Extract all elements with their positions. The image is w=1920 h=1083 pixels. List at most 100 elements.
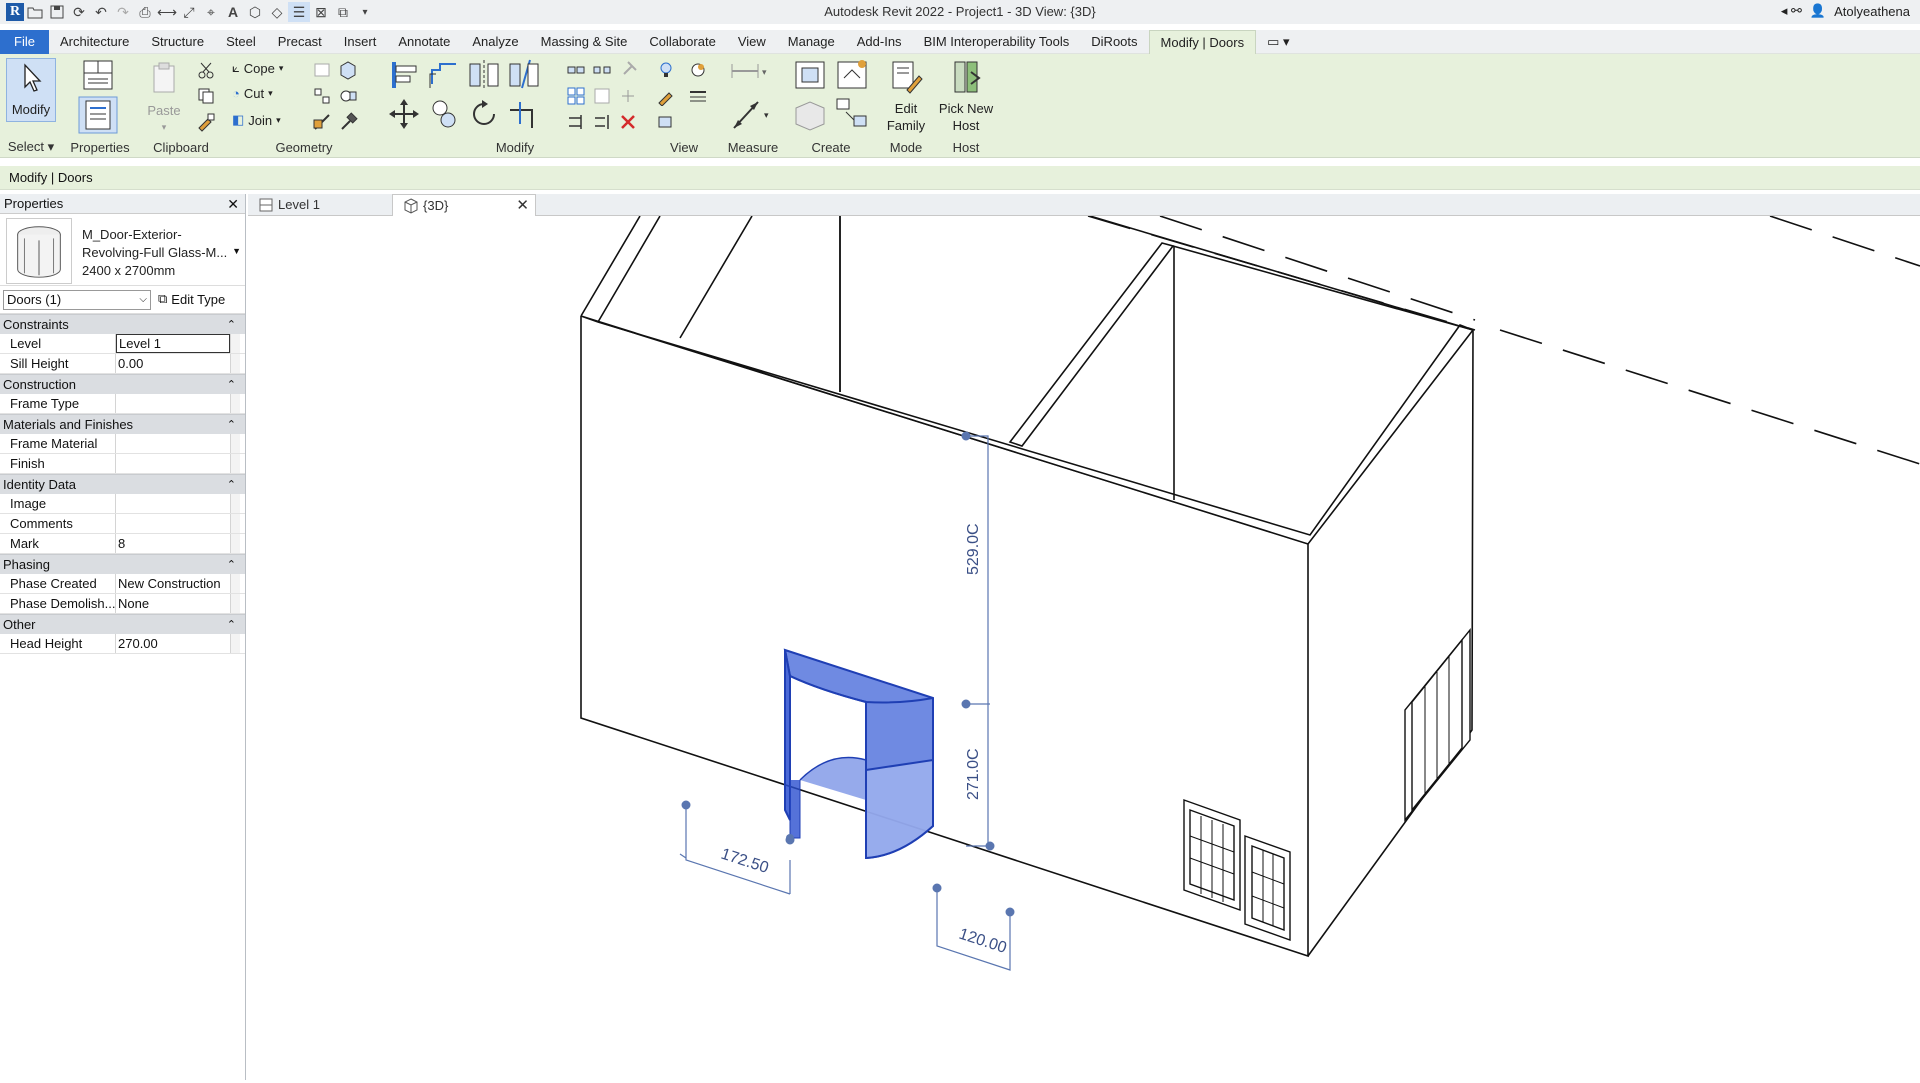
revit-logo-icon[interactable]: R [6, 3, 24, 21]
dimension-upper[interactable]: 529.0C [965, 523, 982, 575]
copy-icon[interactable] [196, 86, 216, 106]
property-edit-button[interactable] [230, 594, 240, 613]
offset-icon[interactable] [426, 58, 462, 92]
demolish-icon[interactable] [312, 86, 332, 106]
property-value[interactable]: Level 1 [116, 334, 230, 353]
type-properties-icon[interactable] [80, 58, 116, 92]
cope-button[interactable]: ⟀ Cope ▾ [232, 60, 283, 76]
property-edit-button[interactable] [230, 434, 240, 453]
tab-steel[interactable]: Steel [215, 30, 267, 54]
hide-in-view-icon[interactable] [688, 60, 708, 80]
split-face-icon[interactable] [338, 60, 358, 80]
match-properties-icon[interactable] [196, 112, 216, 132]
create-similar-icon[interactable] [834, 96, 870, 132]
dimension-left[interactable]: 172.50 [719, 846, 771, 877]
tab-structure[interactable]: Structure [140, 30, 215, 54]
override-graphics-icon[interactable] [656, 86, 676, 106]
property-value[interactable]: 8 [116, 534, 230, 553]
create-assembly-icon[interactable] [792, 58, 828, 92]
property-edit-button[interactable] [230, 394, 240, 413]
property-edit-button[interactable] [230, 514, 240, 533]
measure-distance-icon[interactable]: ▾ [728, 60, 768, 82]
tab-view[interactable]: View [727, 30, 777, 54]
aligned-dimension-icon[interactable]: ⤢ [178, 2, 200, 22]
cut-geometry-button[interactable]: ◔ Cut ▾ [232, 86, 273, 101]
align-icon[interactable] [386, 58, 422, 92]
property-value[interactable]: New Construction [116, 574, 230, 593]
hammer-icon[interactable] [338, 112, 358, 132]
user-icon[interactable]: 👤 [1810, 3, 1826, 19]
edit-family-button[interactable]: Edit Family [882, 58, 930, 134]
create-parts-icon[interactable] [834, 58, 870, 92]
mirror-pick-axis-icon[interactable] [466, 58, 502, 92]
panel-label-select[interactable]: Select ▾ [0, 139, 62, 155]
scale-icon[interactable] [592, 86, 612, 106]
3d-view-icon[interactable]: ⬡ [244, 2, 266, 22]
tab-overflow-icon[interactable]: ▭ ▾ [1256, 30, 1300, 54]
tab-analyze[interactable]: Analyze [461, 30, 529, 54]
tab-collaborate[interactable]: Collaborate [638, 30, 727, 54]
property-group-identity-data[interactable]: Identity Data ⌃ [0, 474, 245, 494]
unpin-icon[interactable] [618, 86, 638, 106]
text-icon[interactable]: A [222, 2, 244, 22]
property-edit-button[interactable] [230, 334, 240, 353]
collapse-icon[interactable]: ⌃ [227, 375, 236, 395]
dimension-right[interactable]: 120.00 [957, 926, 1009, 957]
copy-element-icon[interactable] [426, 96, 462, 132]
tab-modify-doors[interactable]: Modify | Doors [1148, 29, 1257, 54]
property-value[interactable] [116, 514, 230, 533]
property-edit-button[interactable] [230, 534, 240, 553]
modify-button[interactable]: Modify [6, 58, 56, 122]
property-group-other[interactable]: Other ⌃ [0, 614, 245, 634]
move-icon[interactable] [386, 96, 422, 132]
collapse-icon[interactable]: ⌃ [227, 615, 236, 635]
split-with-gap-icon[interactable] [592, 60, 612, 80]
paste-button[interactable]: Paste ▾ [144, 60, 184, 136]
building-3d-model[interactable]: 529.0C 271.0C 172.50 120.00 [248, 215, 1920, 1080]
tab-architecture[interactable]: Architecture [49, 30, 140, 54]
user-name[interactable]: Atolyeathena [1834, 4, 1910, 19]
property-value[interactable] [116, 454, 230, 473]
rotate-icon[interactable] [466, 96, 502, 132]
property-edit-button[interactable] [230, 354, 240, 373]
split-icon[interactable] [312, 112, 332, 132]
pick-new-host-button[interactable]: Pick New Host [936, 58, 996, 134]
element-filter-select[interactable]: Doors (1) ⌵ [3, 290, 151, 310]
property-group-construction[interactable]: Construction ⌃ [0, 374, 245, 394]
cut-scissors-icon[interactable] [196, 60, 216, 80]
view-tab-3d[interactable]: {3D} ✕ [392, 194, 536, 216]
redo-icon[interactable]: ↷ [112, 2, 134, 22]
section-icon[interactable]: ◇ [266, 2, 288, 22]
collapse-icon[interactable]: ⌃ [227, 475, 236, 495]
join-button[interactable]: ◧ Join ▾ [232, 112, 281, 128]
save-icon[interactable] [46, 2, 68, 22]
view-tab-level-1[interactable]: Level 1 [248, 194, 392, 216]
collapse-icon[interactable]: ⌃ [227, 415, 236, 435]
mirror-draw-axis-icon[interactable] [506, 58, 542, 92]
close-tab-icon[interactable]: ✕ [516, 195, 529, 217]
revolving-door-selected[interactable] [783, 648, 934, 860]
property-edit-button[interactable] [230, 494, 240, 513]
delete-icon[interactable] [618, 112, 638, 132]
close-icon[interactable]: ✕ [227, 194, 239, 214]
undo-icon[interactable]: ↶ [90, 2, 112, 22]
collapse-icon[interactable]: ⌃ [227, 555, 236, 575]
tab-insert[interactable]: Insert [333, 30, 388, 54]
open-file-icon[interactable] [24, 2, 46, 22]
tab-diroots[interactable]: DiRoots [1080, 30, 1148, 54]
tab-bim-interoperability[interactable]: BIM Interoperability Tools [913, 30, 1081, 54]
paint-icon[interactable] [338, 86, 358, 106]
tab-manage[interactable]: Manage [777, 30, 846, 54]
type-selector[interactable]: M_Door-Exterior-Revolving-Full Glass-M..… [0, 214, 245, 286]
property-value[interactable] [116, 494, 230, 513]
print-icon[interactable]: ⎙ [134, 2, 156, 22]
properties-icon[interactable] [78, 96, 118, 134]
property-value[interactable]: None [116, 594, 230, 613]
edit-type-button[interactable]: ⧉ Edit Type [158, 291, 225, 307]
trim-multiple-icon[interactable] [566, 112, 586, 132]
property-edit-button[interactable] [230, 574, 240, 593]
sync-icon[interactable]: ⟳ [68, 2, 90, 22]
property-value[interactable] [116, 434, 230, 453]
binoculars-icon[interactable]: ◂ ⚯ [1781, 3, 1802, 19]
tab-annotate[interactable]: Annotate [387, 30, 461, 54]
